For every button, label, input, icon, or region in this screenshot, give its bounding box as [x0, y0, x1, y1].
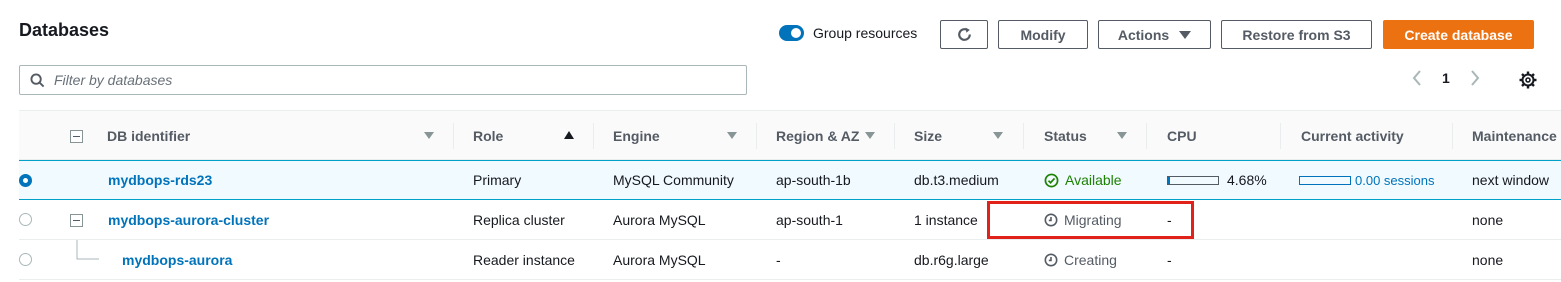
- region-cell: -: [776, 251, 781, 268]
- chevron-right-icon[interactable]: [1470, 70, 1480, 86]
- annotation-highlight-box: [987, 201, 1194, 239]
- col-current-activity[interactable]: Current activity: [1301, 111, 1404, 160]
- cpu-bar-fill: [1168, 176, 1171, 184]
- actions-dropdown[interactable]: Actions: [1098, 20, 1211, 49]
- engine-cell: Aurora MySQL: [613, 211, 706, 228]
- table-header: DB identifier Role Engine Region & AZ Si…: [19, 110, 1561, 160]
- table-row[interactable]: mydbops-rds23 Primary MySQL Community ap…: [19, 160, 1561, 200]
- search-input[interactable]: Filter by databases: [19, 65, 747, 95]
- db-identifier-link[interactable]: mydbops-aurora: [122, 240, 232, 279]
- row-radio[interactable]: [19, 253, 32, 266]
- actions-label: Actions: [1117, 26, 1170, 43]
- role-cell: Reader instance: [473, 251, 575, 268]
- clock-icon: [1044, 253, 1058, 266]
- col-size[interactable]: Size: [914, 111, 942, 160]
- page-title: Databases: [19, 20, 110, 40]
- sort-icon[interactable]: [865, 132, 875, 139]
- modify-label: Modify: [1020, 26, 1066, 43]
- tree-connector: [76, 240, 99, 260]
- sort-icon[interactable]: [993, 132, 1003, 139]
- sort-icon[interactable]: [1117, 132, 1127, 139]
- sort-icon[interactable]: [727, 132, 737, 139]
- refresh-icon: [957, 27, 971, 41]
- status-text: Available: [1065, 172, 1122, 188]
- cpu-cell: 4.68%: [1167, 161, 1267, 199]
- activity-link[interactable]: 0.00 sessions: [1355, 173, 1435, 188]
- status-cell: Creating: [1044, 240, 1117, 279]
- chevron-left-icon[interactable]: [1412, 70, 1422, 86]
- db-identifier-link[interactable]: mydbops-aurora-cluster: [108, 200, 269, 239]
- status-text: Creating: [1064, 251, 1117, 268]
- caret-down-icon: [1179, 30, 1192, 39]
- row-radio[interactable]: [19, 213, 32, 226]
- status-badge: Available: [1044, 172, 1122, 188]
- create-database-button[interactable]: Create database: [1383, 20, 1534, 49]
- cpu-value: 4.68%: [1227, 172, 1267, 188]
- engine-cell: Aurora MySQL: [613, 251, 706, 268]
- activity-bar: [1299, 175, 1351, 185]
- col-db-identifier[interactable]: DB identifier: [107, 111, 190, 160]
- col-role[interactable]: Role: [473, 111, 503, 160]
- col-status[interactable]: Status: [1044, 111, 1087, 160]
- page-number[interactable]: 1: [1442, 70, 1450, 86]
- sort-icon[interactable]: [424, 132, 434, 139]
- table-row[interactable]: mydbops-aurora-cluster Replica cluster A…: [19, 200, 1561, 240]
- role-cell: Replica cluster: [473, 211, 565, 228]
- db-identifier-link[interactable]: mydbops-rds23: [108, 161, 212, 199]
- table-row[interactable]: mydbops-aurora Reader instance Aurora My…: [19, 240, 1561, 280]
- check-circle-icon: [1044, 173, 1059, 187]
- maintenance-cell: none: [1472, 251, 1504, 268]
- col-cpu[interactable]: CPU: [1167, 111, 1197, 160]
- size-cell: db.t3.medium: [914, 172, 999, 188]
- size-cell: db.r6g.large: [914, 251, 989, 268]
- refresh-button[interactable]: [940, 20, 988, 49]
- status-badge: Creating: [1044, 252, 1117, 268]
- maintenance-cell: next window: [1472, 172, 1550, 188]
- group-resources-toggle[interactable]: Group resources: [779, 25, 917, 41]
- col-engine[interactable]: Engine: [613, 111, 660, 160]
- restore-from-s3-button[interactable]: Restore from S3: [1221, 20, 1372, 49]
- region-cell: ap-south-1b: [776, 172, 851, 188]
- maintenance-cell: none: [1472, 211, 1504, 228]
- col-maintenance[interactable]: Maintenance: [1472, 111, 1557, 160]
- group-resources-label: Group resources: [813, 25, 918, 41]
- role-cell: Primary: [473, 172, 522, 188]
- pagination: 1: [1412, 70, 1480, 86]
- toggle-switch[interactable]: [779, 25, 804, 41]
- activity-cell: 0.00 sessions: [1299, 161, 1435, 199]
- col-region[interactable]: Region & AZ: [776, 111, 859, 160]
- cpu-bar: [1167, 175, 1219, 185]
- size-cell: 1 instance: [914, 211, 978, 228]
- collapse-icon[interactable]: [70, 214, 83, 227]
- status-cell: Available: [1044, 161, 1122, 199]
- collapse-all-icon[interactable]: [70, 130, 83, 143]
- modify-button[interactable]: Modify: [998, 20, 1088, 49]
- search-placeholder: Filter by databases: [54, 72, 173, 88]
- region-cell: ap-south-1: [776, 211, 843, 228]
- restore-label: Restore from S3: [1242, 26, 1351, 43]
- create-label: Create database: [1404, 26, 1513, 43]
- search-icon: [30, 72, 45, 87]
- engine-cell: MySQL Community: [613, 172, 734, 188]
- sort-ascending-icon[interactable]: [564, 131, 574, 139]
- gear-icon[interactable]: [1519, 71, 1537, 89]
- cpu-cell: -: [1167, 251, 1172, 268]
- row-radio[interactable]: [19, 174, 32, 187]
